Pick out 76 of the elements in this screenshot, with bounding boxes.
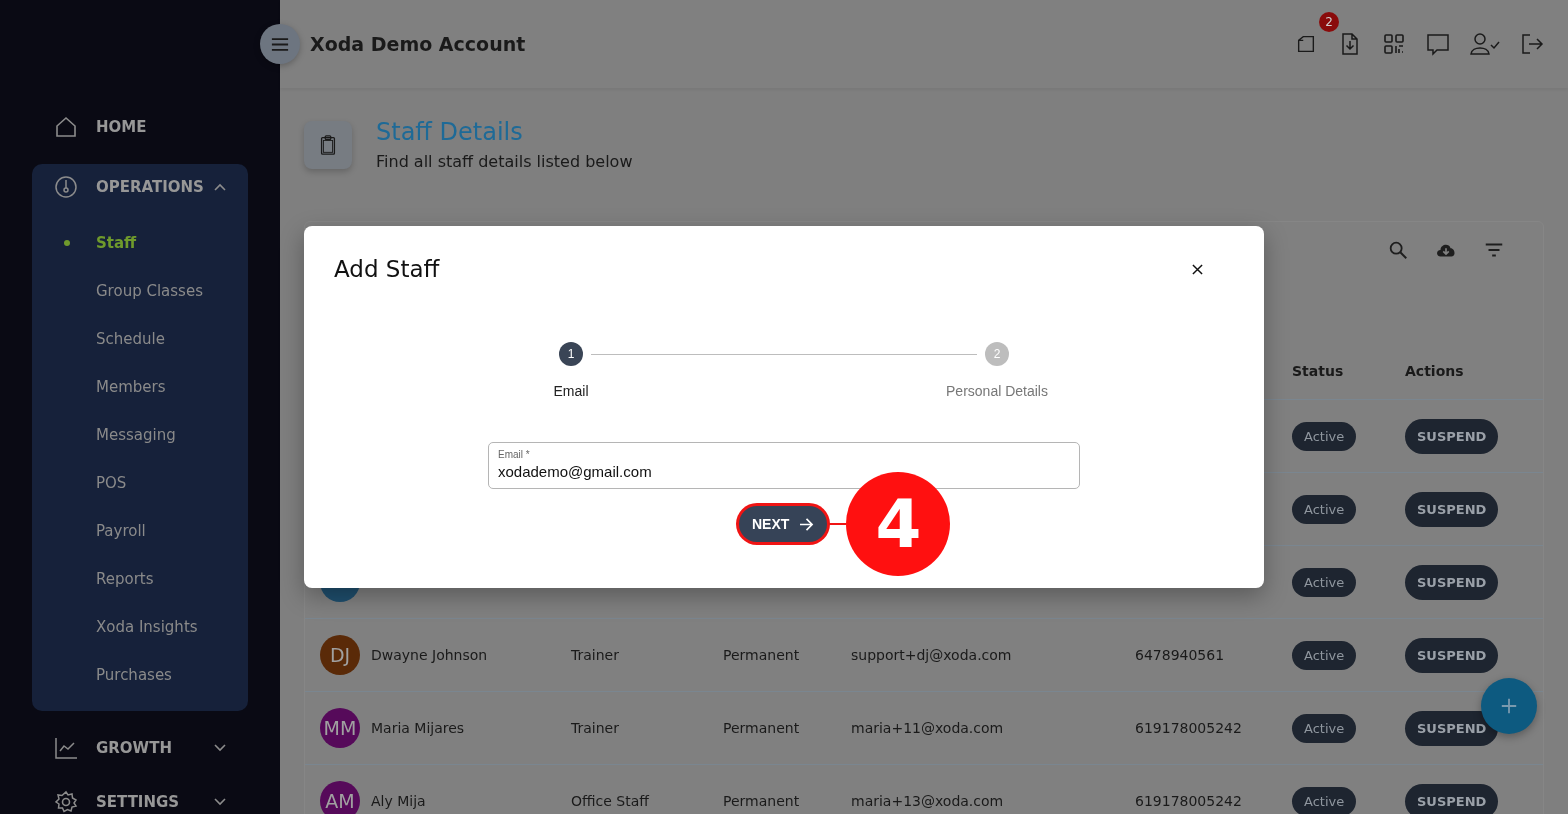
search-icon[interactable] [1387, 239, 1409, 261]
arrow-right-icon [799, 517, 815, 531]
home-icon [54, 115, 78, 139]
nav-subitem[interactable]: Payroll [32, 507, 248, 555]
step-annotation: 4 [846, 472, 951, 576]
nav-subitem[interactable]: Schedule [32, 315, 248, 363]
table-cell: 619178005242 [1135, 793, 1242, 809]
status-badge: Active [1292, 713, 1357, 743]
chevron-down-icon [214, 744, 226, 752]
step-label: Personal Details [946, 383, 1048, 399]
table-cell: support+dj@xoda.com [851, 647, 1012, 663]
table-cell: Permanent [723, 793, 800, 809]
logout-icon[interactable] [1520, 32, 1544, 56]
nav-subitem[interactable]: Members [32, 363, 248, 411]
gauge-icon [54, 175, 78, 199]
step-number: 2 [985, 342, 1009, 366]
nav-subitem[interactable]: Xoda Insights [32, 603, 248, 651]
table-cell: maria+11@xoda.com [851, 720, 1004, 736]
column-header: Status [1292, 363, 1344, 379]
next-button[interactable]: NEXT [737, 504, 830, 544]
avatar: MM [320, 708, 360, 748]
suspend-button[interactable]: SUSPEND [1405, 637, 1499, 673]
chevron-up-icon [214, 183, 226, 191]
suspend-button[interactable]: SUSPEND [1405, 491, 1499, 527]
nav-subitem[interactable]: Messaging [32, 411, 248, 459]
suspend-button[interactable]: SUSPEND [1405, 783, 1499, 814]
status-badge: Active [1292, 640, 1357, 670]
status-badge: Active [1292, 421, 1357, 451]
suspend-button[interactable]: SUSPEND [1405, 710, 1499, 746]
suspend-button[interactable]: SUSPEND [1405, 418, 1499, 454]
chart-icon [54, 736, 78, 760]
suspend-button[interactable]: SUSPEND [1405, 564, 1499, 600]
table-cell: Office Staff [571, 793, 649, 809]
account-title: Xoda Demo Account [310, 33, 526, 55]
plus-icon [1500, 697, 1518, 715]
table-cell: Aly Mija [371, 793, 426, 809]
nav-subitem[interactable]: Reports [32, 555, 248, 603]
table-cell: 6478940561 [1135, 647, 1225, 663]
leader-line [829, 523, 847, 525]
table-cell: Maria Mijares [371, 720, 465, 736]
table-cell: 619178005242 [1135, 720, 1242, 736]
step-label: Email [553, 383, 589, 399]
chat-icon[interactable] [1426, 32, 1450, 56]
page-subtitle: Find all staff details listed below [376, 152, 633, 171]
close-icon[interactable] [1192, 263, 1203, 275]
qr-code-icon[interactable] [1382, 32, 1406, 56]
table-cell: Dwayne Johnson [371, 647, 488, 663]
chevron-down-icon [214, 798, 226, 806]
table-cell: maria+13@xoda.com [851, 793, 1004, 809]
status-badge: Active [1292, 567, 1357, 597]
nav-item[interactable]: SETTINGS [32, 779, 248, 814]
menu-icon [271, 37, 289, 51]
avatar: AM [320, 781, 360, 814]
status-badge: Active [1292, 494, 1357, 524]
table-cell: Permanent [723, 720, 800, 736]
table-cell: Trainer [571, 720, 619, 736]
table-cell: Permanent [723, 647, 800, 663]
nav-subitem[interactable]: Staff [32, 219, 248, 267]
user-check-icon[interactable] [1470, 32, 1500, 56]
status-badge: Active [1292, 786, 1357, 814]
step-number: 1 [559, 342, 583, 366]
nav-item[interactable]: HOME [32, 104, 248, 150]
column-header: Actions [1405, 363, 1464, 379]
nav-item[interactable]: GROWTH [32, 725, 248, 771]
avatar: DJ [320, 635, 360, 675]
table-cell: Trainer [571, 647, 619, 663]
nav-subitem[interactable]: POS [32, 459, 248, 507]
nav-item[interactable]: OPERATIONS [32, 164, 248, 210]
settings-icon [54, 790, 78, 814]
clipboard-icon [304, 121, 352, 169]
nav-subitem[interactable]: Purchases [32, 651, 248, 699]
dialog-title: Add Staff [334, 256, 440, 282]
active-dot-icon [64, 240, 70, 246]
page-title: Staff Details [376, 118, 524, 146]
nav-subitem[interactable]: Group Classes [32, 267, 248, 315]
email-field[interactable]: Email * xodademo@gmail.com [488, 442, 1080, 489]
